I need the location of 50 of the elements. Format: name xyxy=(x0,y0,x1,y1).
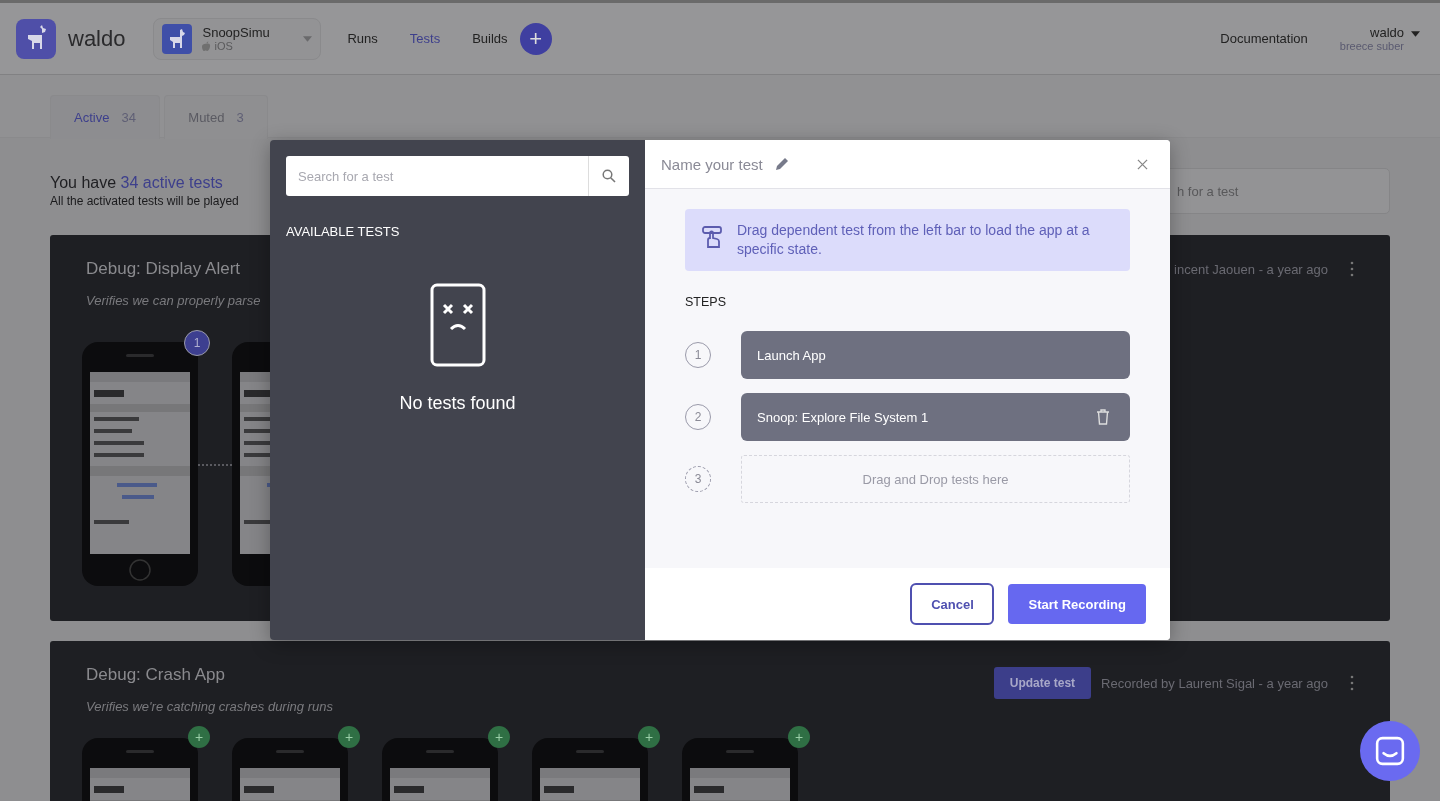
recorded-by-text: Recorded by Laurent Sigal - a year ago xyxy=(1101,675,1328,691)
chat-icon xyxy=(1375,736,1405,766)
apple-icon xyxy=(202,40,212,52)
caret-icon xyxy=(303,35,313,42)
active-tests-link[interactable]: 34 active tests xyxy=(120,174,223,191)
sad-phone-icon xyxy=(429,283,486,367)
test-name-field[interactable]: Name your test xyxy=(661,155,769,173)
pencil-icon[interactable] xyxy=(775,157,789,171)
trash-icon[interactable] xyxy=(1096,409,1110,425)
cancel-button[interactable]: Cancel xyxy=(910,583,995,625)
step-item[interactable]: Launch App xyxy=(741,331,1130,379)
user-menu[interactable]: waldo breece suber xyxy=(1339,25,1424,52)
test-title: Debug: Crash App xyxy=(86,665,226,685)
add-step-badge[interactable]: + xyxy=(338,726,360,748)
documentation-link[interactable]: Documentation xyxy=(1220,31,1308,46)
add-button[interactable]: + xyxy=(519,22,552,55)
search-icon[interactable] xyxy=(602,169,616,183)
hand-icon xyxy=(701,225,723,249)
add-step-badge[interactable]: + xyxy=(188,726,210,748)
llama-logo-icon xyxy=(16,18,56,59)
step-item[interactable]: Snoop: Explore File System 1 xyxy=(741,393,1130,441)
start-recording-button[interactable]: Start Recording xyxy=(1008,584,1146,624)
empty-state-message: No tests found xyxy=(399,393,516,414)
brand-name: waldo xyxy=(68,25,126,52)
summary-text: You have xyxy=(50,174,117,191)
close-icon[interactable] xyxy=(1137,158,1148,170)
steps-heading: STEPS xyxy=(685,295,727,309)
drop-zone[interactable]: Drag and Drop tests here xyxy=(741,455,1130,503)
test-title: Debug: Display Alert xyxy=(86,259,242,279)
add-step-badge[interactable]: + xyxy=(488,726,510,748)
test-search-field[interactable]: Search for a test xyxy=(286,156,588,196)
nav-link[interactable]: Runs xyxy=(347,31,378,46)
recorded-by-text: incent Jaouen - a year ago xyxy=(1174,261,1328,277)
available-tests-heading: AVAILABLE TESTS xyxy=(286,224,401,239)
nav-link[interactable]: Builds xyxy=(472,31,508,46)
chat-button[interactable] xyxy=(1360,721,1420,781)
more-options-icon[interactable] xyxy=(1350,261,1354,277)
test-description: Verifies we're catching crashes during runs xyxy=(86,699,333,714)
summary-subtitle: All the activated tests will be played xyxy=(50,194,239,208)
update-test-button[interactable]: Update test xyxy=(993,667,1092,699)
app-selector[interactable]: SnoopSimu iOS xyxy=(153,17,322,60)
hint-banner: Drag dependent test from the left bar to load the app at a specific state. xyxy=(685,209,1130,271)
caret-icon xyxy=(1411,31,1420,37)
more-options-icon[interactable] xyxy=(1350,675,1354,691)
llama-app-icon xyxy=(162,23,193,54)
add-step-badge[interactable]: + xyxy=(638,726,660,748)
nav-link[interactable]: Tests xyxy=(409,31,441,46)
add-step-badge[interactable]: + xyxy=(788,726,810,748)
step-number-badge: 1 xyxy=(184,330,210,356)
test-description: Verifies we can properly parse xyxy=(86,293,261,308)
